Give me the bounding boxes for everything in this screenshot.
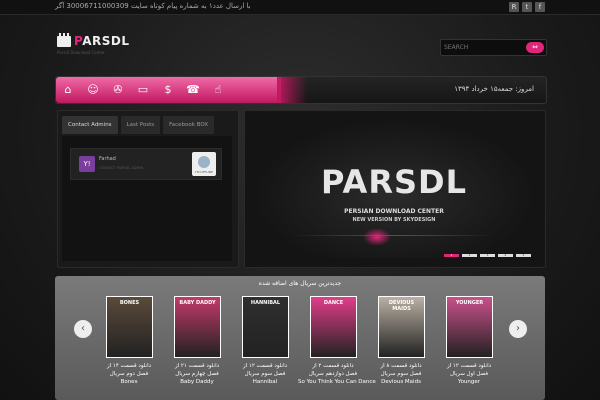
offline-status-badge: I'M OFFLINE: [192, 152, 216, 176]
series-poster[interactable]: YOUNGER: [446, 296, 493, 358]
search-input[interactable]: [444, 42, 514, 52]
series-name[interactable]: Younger: [434, 379, 504, 385]
carousel-prev-button[interactable]: ‹: [74, 320, 92, 338]
slider-dot[interactable]: 3: [480, 254, 495, 257]
banner-slider: PARSDL PERSIAN DOWNLOAD CENTER NEW VERSI…: [244, 110, 546, 268]
series-name[interactable]: Bones: [94, 379, 164, 385]
series-name[interactable]: Hannibal: [230, 379, 300, 385]
poster-title: BONES: [119, 300, 140, 306]
series-season-text: فصل سوم سریال: [244, 371, 286, 377]
admin-contact-row[interactable]: Y! Farhad CONTACT PARSDL ADMIN I'M OFFLI…: [70, 148, 222, 180]
series-episode-text[interactable]: دانلود قسمت ۱۲ از: [434, 363, 504, 369]
series-poster[interactable]: DEVIOUS MAIDS: [378, 296, 425, 358]
tab-contact-admins[interactable]: Contact Admins: [62, 116, 118, 134]
top-bar: با ارسال عدد۱ به شماره پیام کوتاه سایت 3…: [0, 0, 600, 15]
poster-title: DANCE: [323, 300, 344, 306]
slide-divider: [291, 235, 497, 236]
series-season-text: فصل چهارم سریال: [175, 371, 219, 377]
series-poster[interactable]: BONES: [106, 296, 153, 358]
search-box: ⇔: [440, 39, 547, 56]
series-name[interactable]: Devious Maids: [366, 379, 436, 385]
slide-glow: [363, 228, 391, 246]
clapperboard-icon: [57, 32, 71, 47]
slider-dot[interactable]: 4: [498, 254, 513, 257]
sms-notice: با ارسال عدد۱ به شماره پیام کوتاه سایت 3…: [55, 2, 251, 10]
series-episode-text[interactable]: دانلود قسمت ۲ از: [298, 363, 368, 369]
series-poster[interactable]: HANNIBAL: [242, 296, 289, 358]
slide-title: PARSDL: [321, 163, 467, 201]
series-season-text: فصل سوم سریال: [380, 371, 422, 377]
hand-pointer-icon[interactable]: ☝: [210, 82, 226, 98]
series-name[interactable]: Baby Daddy: [162, 379, 232, 385]
rss-icon[interactable]: R: [509, 2, 519, 12]
poster-title: BABY DADDY: [179, 300, 216, 306]
logo-text: PARSDL: [74, 34, 130, 48]
current-date: امروز: جمعه۱۵ خرداد ۱۳۹۴: [454, 85, 534, 93]
tv-icon[interactable]: ▭: [135, 82, 151, 98]
tab-last-posts[interactable]: Last Posts: [120, 116, 161, 134]
series-name[interactable]: So You Think You Can Dance: [298, 379, 376, 385]
slider-dot[interactable]: 1: [444, 254, 459, 257]
series-episode-text[interactable]: دانلود قسمت ۱۴ از: [94, 363, 164, 369]
main-nav: ⌂ ☺ ✇ ▭ $ ☎ ☝ امروز: جمعه۱۵ خرداد ۱۳۹۴: [55, 76, 547, 104]
series-season-text: فصل دوم سریال: [109, 371, 149, 377]
slide-subtitle: PERSIAN DOWNLOAD CENTER: [344, 208, 444, 215]
poster-title: YOUNGER: [455, 300, 484, 306]
yahoo-messenger-icon: Y!: [79, 156, 95, 172]
admin-name: Farhad: [99, 156, 116, 162]
carousel-next-button[interactable]: ›: [509, 320, 527, 338]
section-title: جدیدترین سریال های اضافه شده: [258, 280, 342, 287]
site-logo[interactable]: PARSDL: [57, 32, 130, 48]
slider-pagination: 1 2 3 4 5: [444, 254, 531, 257]
series-poster[interactable]: DANCE: [310, 296, 357, 358]
series-season-text: فصل اول سریال: [449, 371, 489, 377]
dollar-icon[interactable]: $: [160, 82, 176, 98]
slide-credit: NEW VERSION BY SKYDESIGN: [352, 217, 436, 223]
series-episode-text[interactable]: دانلود قسمت ۱۲ از: [230, 363, 300, 369]
poster-title: DEVIOUS MAIDS: [388, 300, 415, 312]
slider-dot[interactable]: 2: [462, 254, 477, 257]
slider-dot[interactable]: 5: [516, 254, 531, 257]
smiley-icon: [198, 156, 210, 168]
film-reel-icon[interactable]: ✇: [110, 82, 126, 98]
tabs-panel: Contact Admins Last Posts Facebook BOX Y…: [57, 110, 239, 268]
logo-tagline: Parsdl Download Center: [57, 50, 105, 55]
search-button[interactable]: ⇔: [526, 42, 544, 53]
new-series-carousel: جدیدترین سریال های اضافه شده ‹ › BONES دا…: [55, 276, 545, 400]
phone-icon[interactable]: ☎: [185, 82, 201, 98]
series-poster[interactable]: BABY DADDY: [174, 296, 221, 358]
social-links: R t f: [509, 2, 545, 12]
series-episode-text[interactable]: دانلود قسمت ۲۱ از: [162, 363, 232, 369]
admin-subtitle: CONTACT PARSDL ADMIN: [99, 166, 144, 170]
series-episode-text[interactable]: دانلود قسمت ۸ از: [366, 363, 436, 369]
facebook-icon[interactable]: f: [535, 2, 545, 12]
home-icon[interactable]: ⌂: [60, 82, 76, 98]
poster-title: HANNIBAL: [250, 300, 281, 306]
users-icon[interactable]: ☺: [85, 82, 101, 98]
twitter-icon[interactable]: t: [522, 2, 532, 12]
slide-image[interactable]: PARSDL PERSIAN DOWNLOAD CENTER NEW VERSI…: [251, 118, 537, 258]
tab-facebook-box[interactable]: Facebook BOX: [163, 116, 215, 134]
series-season-text: فصل دوازدهم سریال: [308, 371, 358, 377]
